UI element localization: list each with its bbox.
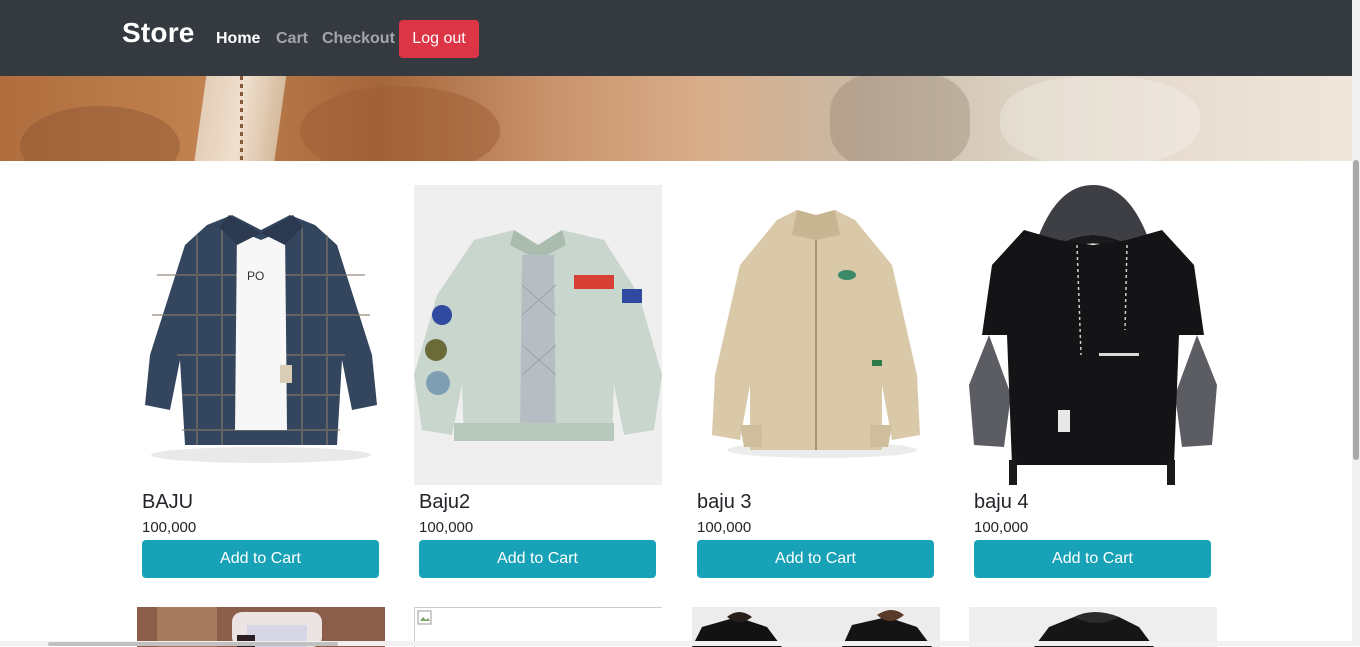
add-to-cart-button[interactable]: Add to Cart [697,540,934,578]
nav-link-home[interactable]: Home [216,30,260,48]
product-title: Baju2 [419,491,471,513]
nav-link-cart[interactable]: Cart [276,30,308,48]
brand-logo[interactable]: Store [122,17,195,49]
product-title: BAJU [142,491,194,513]
product-image[interactable]: PO [137,185,385,485]
svg-text:PO: PO [247,269,264,283]
product-image[interactable] [692,185,940,485]
product-image[interactable] [969,185,1217,485]
product-image[interactable] [414,185,662,485]
horizontal-scrollbar-thumb[interactable] [48,642,338,646]
product-title: baju 4 [974,491,1029,513]
nav-link-checkout[interactable]: Checkout [322,30,395,48]
product-price: 100,000 [142,519,197,536]
product-price: 100,000 [697,519,752,536]
product-price: 100,000 [419,519,474,536]
logout-button[interactable]: Log out [399,20,479,58]
product-title: baju 3 [697,491,752,513]
add-to-cart-button[interactable]: Add to Cart [974,540,1211,578]
add-to-cart-button[interactable]: Add to Cart [142,540,379,578]
vertical-scrollbar-thumb[interactable] [1353,160,1359,460]
navbar: Store Home Cart Checkout Log out [0,0,1352,76]
add-to-cart-button[interactable]: Add to Cart [419,540,656,578]
product-price: 100,000 [974,519,1029,536]
hero-banner-image [0,76,1352,161]
